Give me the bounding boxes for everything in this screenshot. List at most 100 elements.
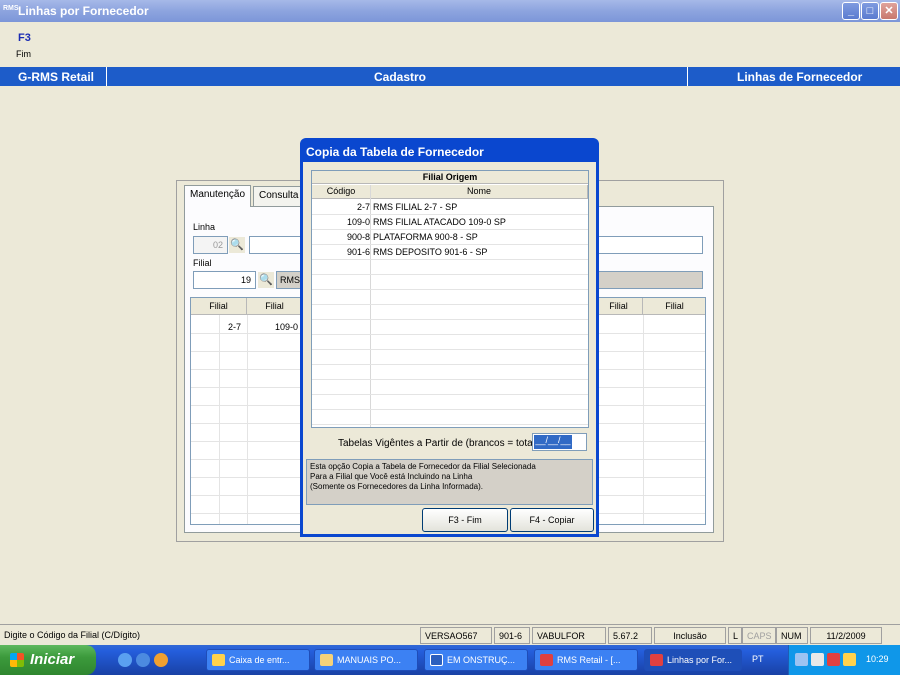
list-group-header: Filial Origem bbox=[312, 171, 588, 184]
list-row-empty bbox=[312, 275, 588, 290]
vigentes-label: Tabelas Vigêntes a Partir de (brancos = … bbox=[338, 438, 539, 449]
ie-icon[interactable] bbox=[136, 653, 150, 667]
binoculars-icon[interactable]: 🔍 bbox=[258, 272, 274, 288]
header-divider bbox=[687, 67, 688, 86]
message-line: Para a Filial que Você está Incluindo na… bbox=[310, 472, 473, 481]
list-row-empty bbox=[312, 365, 588, 380]
filial-input[interactable]: 19 bbox=[193, 271, 256, 289]
vigentes-date-value: __/__/__ bbox=[534, 435, 572, 449]
list-row-empty bbox=[312, 380, 588, 395]
list-row-empty bbox=[312, 395, 588, 410]
list-item-nome: RMS FILIAL ATACADO 109-0 SP bbox=[373, 217, 506, 227]
list-item[interactable]: 901-6 RMS DEPOSITO 901-6 - SP bbox=[312, 245, 588, 260]
start-label: Iniciar bbox=[30, 651, 75, 668]
module-header: G-RMS Retail Cadastro Linhas de Forneced… bbox=[0, 67, 900, 86]
grid-cell[interactable]: 2-7 bbox=[191, 322, 241, 332]
grid-header-filial: Filial bbox=[595, 298, 643, 315]
header-system: G-RMS Retail bbox=[18, 70, 95, 84]
header-screen: Linhas de Fornecedor bbox=[737, 70, 863, 84]
filial-label: Filial bbox=[193, 258, 212, 268]
list-header-codigo: Código bbox=[312, 185, 371, 199]
status-date: 11/2/2009 bbox=[810, 627, 882, 644]
list-row-empty bbox=[312, 335, 588, 350]
minimize-button[interactable]: _ bbox=[842, 2, 860, 20]
copiar-button[interactable]: F4 - Copiar bbox=[510, 508, 594, 532]
list-item-codigo: 901-6 bbox=[346, 247, 370, 257]
grid-header-filial: Filial bbox=[247, 298, 303, 315]
dialog-message: Esta opção Copia a Tabela de Fornecedor … bbox=[306, 459, 593, 505]
function-key-description: Fim bbox=[16, 49, 31, 59]
message-line: (Somente os Fornecedores da Linha Inform… bbox=[310, 482, 483, 491]
list-item[interactable]: 900-8 PLATAFORMA 900-8 - SP bbox=[312, 230, 588, 245]
media-icon[interactable] bbox=[154, 653, 168, 667]
function-key-f3[interactable]: F3 bbox=[18, 32, 31, 44]
network-icon[interactable] bbox=[795, 653, 808, 666]
linha-label: Linha bbox=[193, 222, 216, 232]
status-release: 5.67.2 bbox=[608, 627, 652, 644]
calendar-icon[interactable] bbox=[843, 653, 856, 666]
status-l: L bbox=[728, 627, 742, 644]
status-modo: Inclusão bbox=[654, 627, 726, 644]
start-button[interactable]: Iniciar bbox=[0, 645, 96, 675]
folder-icon bbox=[320, 654, 333, 666]
list-row-empty bbox=[312, 290, 588, 305]
filial-origem-list[interactable]: Filial Origem Código Nome 2-7 RMS FILIAL… bbox=[311, 170, 589, 428]
grid-header-filial: Filial bbox=[191, 298, 247, 315]
header-module: Cadastro bbox=[374, 70, 427, 84]
rms-icon bbox=[540, 654, 553, 666]
window-title: Linhas por Fornecedor bbox=[18, 4, 149, 18]
word-icon bbox=[430, 654, 443, 666]
language-indicator[interactable]: PT bbox=[752, 654, 764, 664]
close-button[interactable]: ✕ bbox=[880, 2, 898, 20]
list-item[interactable]: 2-7 RMS FILIAL 2-7 - SP bbox=[312, 200, 588, 215]
grid-line bbox=[643, 315, 644, 524]
tab-manutencao[interactable]: Manutenção bbox=[184, 185, 252, 207]
clock[interactable]: 10:29 bbox=[866, 654, 889, 664]
status-filial: 901-6 bbox=[494, 627, 530, 644]
ie-icon[interactable] bbox=[118, 653, 132, 667]
grid-header-filial: Filial bbox=[643, 298, 705, 315]
grid-cell[interactable]: 109-0 bbox=[247, 322, 303, 332]
rms-icon bbox=[650, 654, 663, 666]
list-row-empty bbox=[312, 410, 588, 425]
taskbar-item-manuais[interactable]: MANUAIS PO... bbox=[314, 649, 418, 671]
vigentes-date-input[interactable]: __/__/__ bbox=[532, 433, 587, 451]
list-item-nome: PLATAFORMA 900-8 - SP bbox=[373, 232, 478, 242]
status-programa: VABULFOR bbox=[532, 627, 606, 644]
status-hint: Digite o Código da Filial (C/Dígito) bbox=[4, 630, 141, 640]
taskbar-item-word[interactable]: EM ONSTRUÇ... bbox=[424, 649, 528, 671]
list-item-codigo: 2-7 bbox=[356, 202, 370, 212]
taskbar-item-label: MANUAIS PO... bbox=[337, 655, 402, 665]
status-versao: VERSAO567 bbox=[420, 627, 492, 644]
list-item-nome: RMS FILIAL 2-7 - SP bbox=[373, 202, 458, 212]
dialog-title: Copia da Tabela de Fornecedor bbox=[306, 145, 484, 159]
taskbar-item-label: Linhas por For... bbox=[667, 655, 733, 665]
copy-table-dialog: Copia da Tabela de Fornecedor Filial Ori… bbox=[300, 138, 599, 537]
status-num: NUM bbox=[776, 627, 808, 644]
volume-icon[interactable] bbox=[811, 653, 824, 666]
taskbar-item-label: RMS Retail - [... bbox=[557, 655, 621, 665]
taskbar-item-label: EM ONSTRUÇ... bbox=[447, 655, 516, 665]
fim-button[interactable]: F3 - Fim bbox=[422, 508, 508, 532]
list-row-empty bbox=[312, 350, 588, 365]
taskbar-item-rms-retail[interactable]: RMS Retail - [... bbox=[534, 649, 638, 671]
taskbar-item-label: Caixa de entr... bbox=[229, 655, 290, 665]
message-line: Esta opção Copia a Tabela de Fornecedor … bbox=[310, 462, 536, 471]
list-row-empty bbox=[312, 305, 588, 320]
mail-icon bbox=[212, 654, 225, 666]
list-item[interactable]: 109-0 RMS FILIAL ATACADO 109-0 SP bbox=[312, 215, 588, 230]
linha-input[interactable]: 02 bbox=[193, 236, 228, 254]
header-divider bbox=[106, 67, 107, 86]
list-item-codigo: 109-0 bbox=[346, 217, 370, 227]
window-titlebar[interactable]: RMS Linhas por Fornecedor _ □ ✕ bbox=[0, 0, 900, 22]
rms-tray-icon[interactable] bbox=[827, 653, 840, 666]
list-item-codigo: 900-8 bbox=[346, 232, 370, 242]
taskbar-item-linhas[interactable]: Linhas por For... bbox=[644, 649, 742, 671]
taskbar-item-caixa[interactable]: Caixa de entr... bbox=[206, 649, 310, 671]
list-item-nome: RMS DEPOSITO 901-6 - SP bbox=[373, 247, 488, 257]
status-caps: CAPS bbox=[742, 627, 776, 644]
taskbar: Iniciar Caixa de entr... MANUAIS PO... E… bbox=[0, 645, 900, 675]
binoculars-icon[interactable]: 🔍 bbox=[229, 237, 245, 253]
windows-flag-icon bbox=[10, 653, 24, 667]
maximize-button[interactable]: □ bbox=[861, 2, 879, 20]
